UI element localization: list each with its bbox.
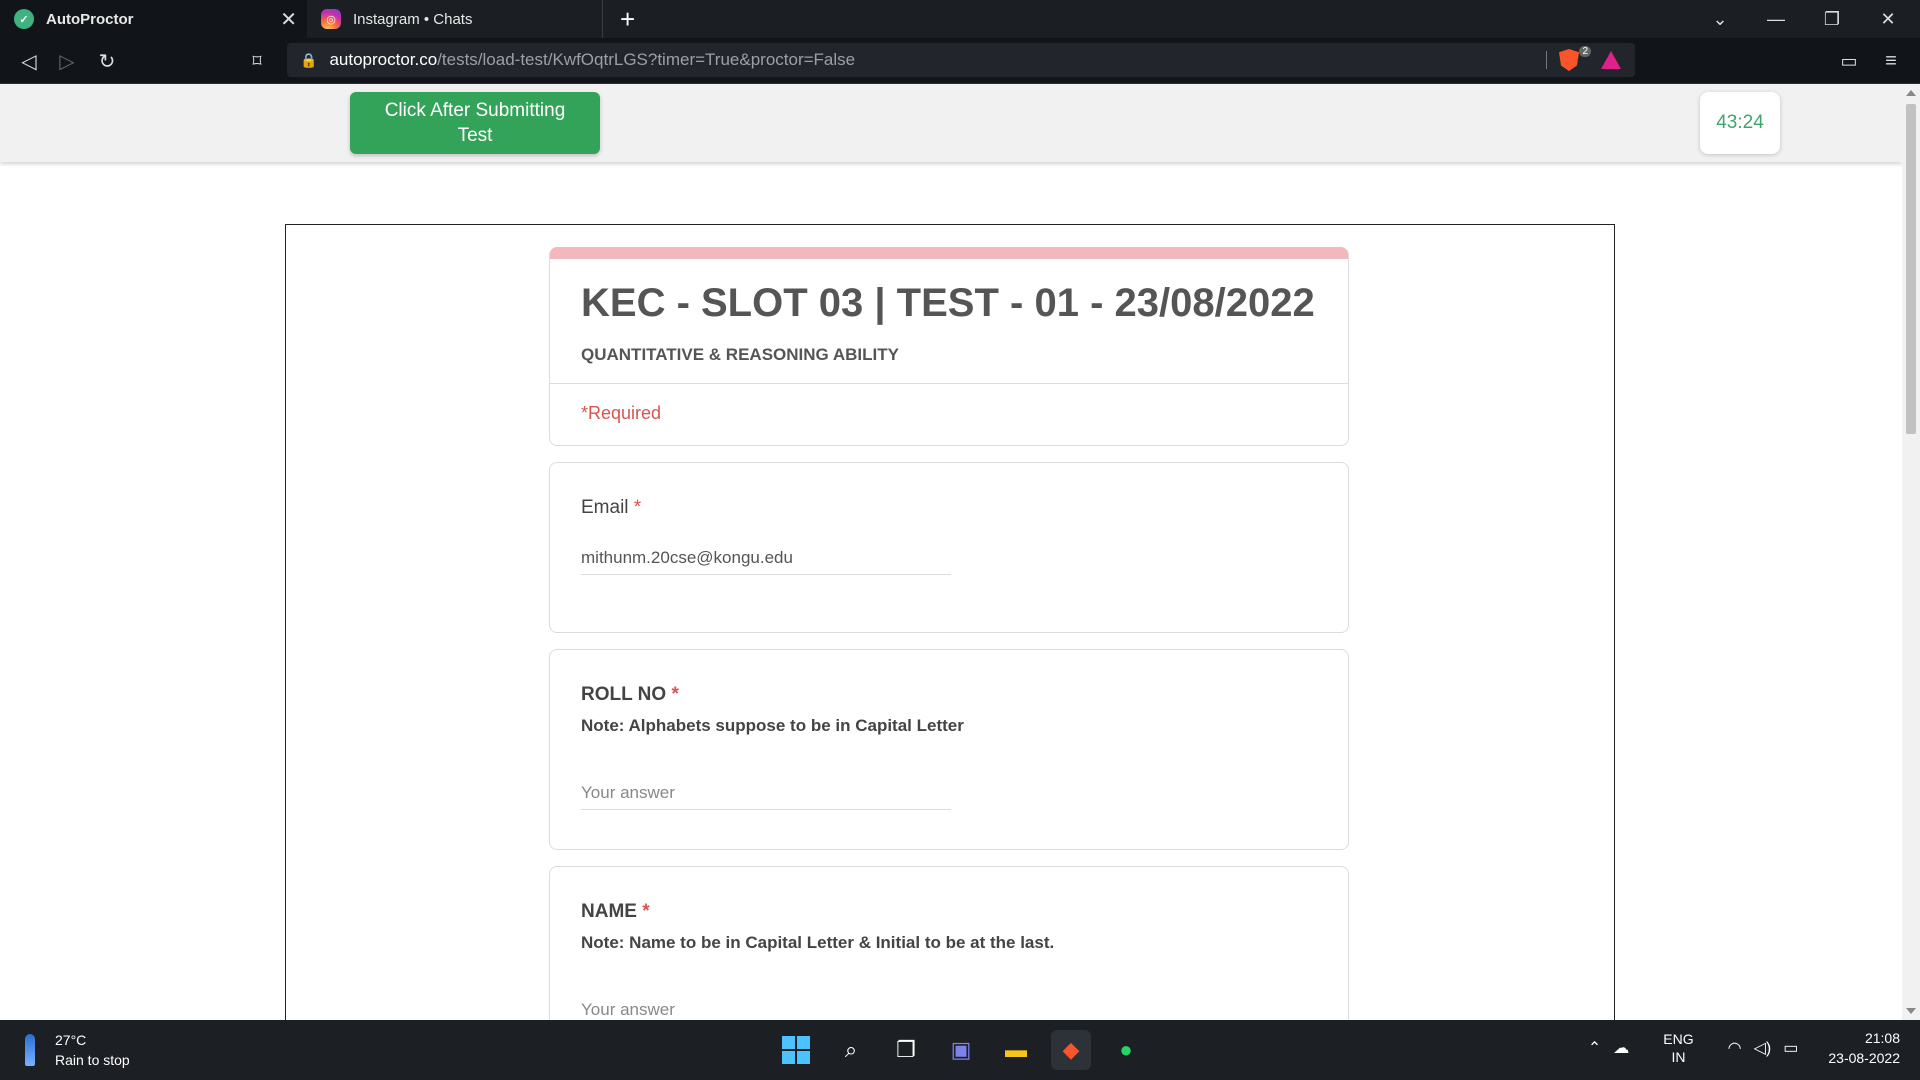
tab-title: Instagram • Chats [353,10,473,28]
whatsapp-icon[interactable]: ● [1106,1030,1146,1070]
windows-taskbar: 27°C Rain to stop ⌕ ❐ ▣ ▬ ◆ ● ⌃ ☁ ENG IN… [0,1020,1920,1080]
restore-icon[interactable]: ❐ [1804,0,1860,38]
page-scrollbar[interactable] [1902,84,1920,1020]
forward-icon[interactable]: ▷ [52,46,82,76]
question-card-roll-no: ROLL NO * Note: Alphabets suppose to be … [549,649,1349,850]
question-label-text: NAME [581,901,637,922]
close-tab-icon[interactable]: ✕ [280,7,297,32]
weather-widget[interactable]: 27°C Rain to stop [25,1030,130,1070]
form-title: KEC - SLOT 03 | TEST - 01 - 23/08/2022 [581,281,1315,325]
question-label: NAME * [581,901,650,923]
url-separator [1546,51,1547,69]
lock-icon: 🔒 [300,51,318,68]
wallet-icon[interactable]: ▭ [1834,46,1864,76]
countdown-timer: 43:24 [1700,92,1780,154]
scrollbar-thumb[interactable] [1906,104,1916,434]
start-icon[interactable] [776,1030,816,1070]
proctor-header: Click After Submitting Test 43:24 [0,84,1902,162]
task-view-icon[interactable]: ❐ [886,1030,926,1070]
question-card-email: Email * mithunm.20cse@kongu.edu [549,462,1349,633]
question-label-text: ROLL NO [581,684,667,705]
menu-icon[interactable]: ≡ [1876,46,1906,76]
form-frame: KEC - SLOT 03 | TEST - 01 - 23/08/2022 Q… [285,224,1615,1020]
autoproctor-favicon-icon: ✓ [14,9,34,29]
form-subtitle: QUANTITATIVE & REASONING ABILITY [581,345,899,364]
system-tray: ⌃ ☁ ENG IN ◠ ◁) ▭ 21:08 23-08-2022 [1582,1028,1900,1068]
clock-date: 23-08-2022 [1828,1050,1900,1066]
url-field[interactable]: 🔒 autoproctor.co /tests/load-test/KwfOqt… [287,43,1635,77]
teams-chat-icon[interactable]: ▣ [941,1030,981,1070]
tab-search-chevron-icon[interactable]: ⌄ [1692,0,1748,38]
required-note: *Required [581,403,662,423]
clock[interactable]: 21:08 23-08-2022 [1828,1028,1900,1068]
shield-count-badge: 2 [1579,46,1591,57]
language-code: ENG [1663,1031,1694,1047]
reload-icon[interactable]: ↻ [92,46,122,76]
instagram-favicon-icon: ◎ [321,9,341,29]
search-icon[interactable]: ⌕ [831,1030,871,1070]
email-field[interactable]: mithunm.20cse@kongu.edu [581,543,951,575]
form-header-card: KEC - SLOT 03 | TEST - 01 - 23/08/2022 Q… [549,247,1349,446]
url-path: /tests/load-test/KwfOqtrLGS?timer=True&p… [437,50,856,69]
weather-temp: 27°C [55,1032,87,1048]
brave-rewards-icon[interactable] [1601,51,1621,69]
brave-shield-icon[interactable] [1559,49,1579,71]
question-label-text: Email [581,497,629,518]
tab-instagram[interactable]: ◎ Instagram • Chats [307,0,603,38]
weather-icon [25,1034,35,1066]
region-code: IN [1671,1049,1686,1065]
tab-autoproctor[interactable]: ✓ AutoProctor ✕ [0,0,307,38]
onedrive-cloud-icon[interactable]: ☁ [1613,1038,1629,1058]
file-explorer-icon[interactable]: ▬ [996,1030,1036,1070]
volume-icon[interactable]: ◁) [1754,1038,1772,1058]
bookmark-icon[interactable]: ⌑ [242,46,272,76]
page-viewport: Click After Submitting Test 43:24 KEC - … [0,84,1920,1020]
required-star: * [633,497,642,518]
header-divider [550,383,1348,384]
required-star: * [671,684,679,705]
question-label: Email * [581,497,641,519]
browser-tab-bar: ✓ AutoProctor ✕ ◎ Instagram • Chats + ⌄ … [0,0,1920,38]
chevron-up-icon[interactable]: ⌃ [1588,1038,1601,1058]
url-host: autoproctor.co [329,50,438,69]
taskbar-apps: ⌕ ❐ ▣ ▬ ◆ ● [776,1030,1161,1070]
name-input[interactable]: Your answer [581,995,951,1020]
question-label: ROLL NO * [581,684,679,706]
close-window-icon[interactable]: ✕ [1860,0,1916,38]
battery-icon[interactable]: ▭ [1783,1038,1798,1058]
brave-browser-icon[interactable]: ◆ [1051,1030,1091,1070]
wifi-icon[interactable]: ◠ [1728,1038,1742,1058]
form-accent-bar [550,247,1348,259]
minimize-icon[interactable]: — [1748,0,1804,38]
language-indicator[interactable]: ENG IN [1663,1030,1693,1066]
question-note: Note: Alphabets suppose to be in Capital… [581,716,964,735]
scroll-up-icon[interactable] [1906,90,1916,96]
question-card-name: NAME * Note: Name to be in Capital Lette… [549,866,1349,1020]
back-icon[interactable]: ◁ [14,46,44,76]
submit-confirm-button[interactable]: Click After Submitting Test [350,92,600,154]
tab-title: AutoProctor [46,10,134,28]
question-note: Note: Name to be in Capital Letter & Ini… [581,933,1055,952]
address-toolbar: ◁ ▷ ↻ ⌑ 🔒 autoproctor.co /tests/load-tes… [0,38,1920,84]
roll-no-input[interactable]: Your answer [581,778,951,810]
required-star: * [642,901,650,922]
weather-desc: Rain to stop [55,1052,130,1068]
clock-time: 21:08 [1864,1030,1900,1046]
new-tab-icon[interactable]: + [620,4,635,35]
scroll-down-icon[interactable] [1906,1008,1916,1014]
